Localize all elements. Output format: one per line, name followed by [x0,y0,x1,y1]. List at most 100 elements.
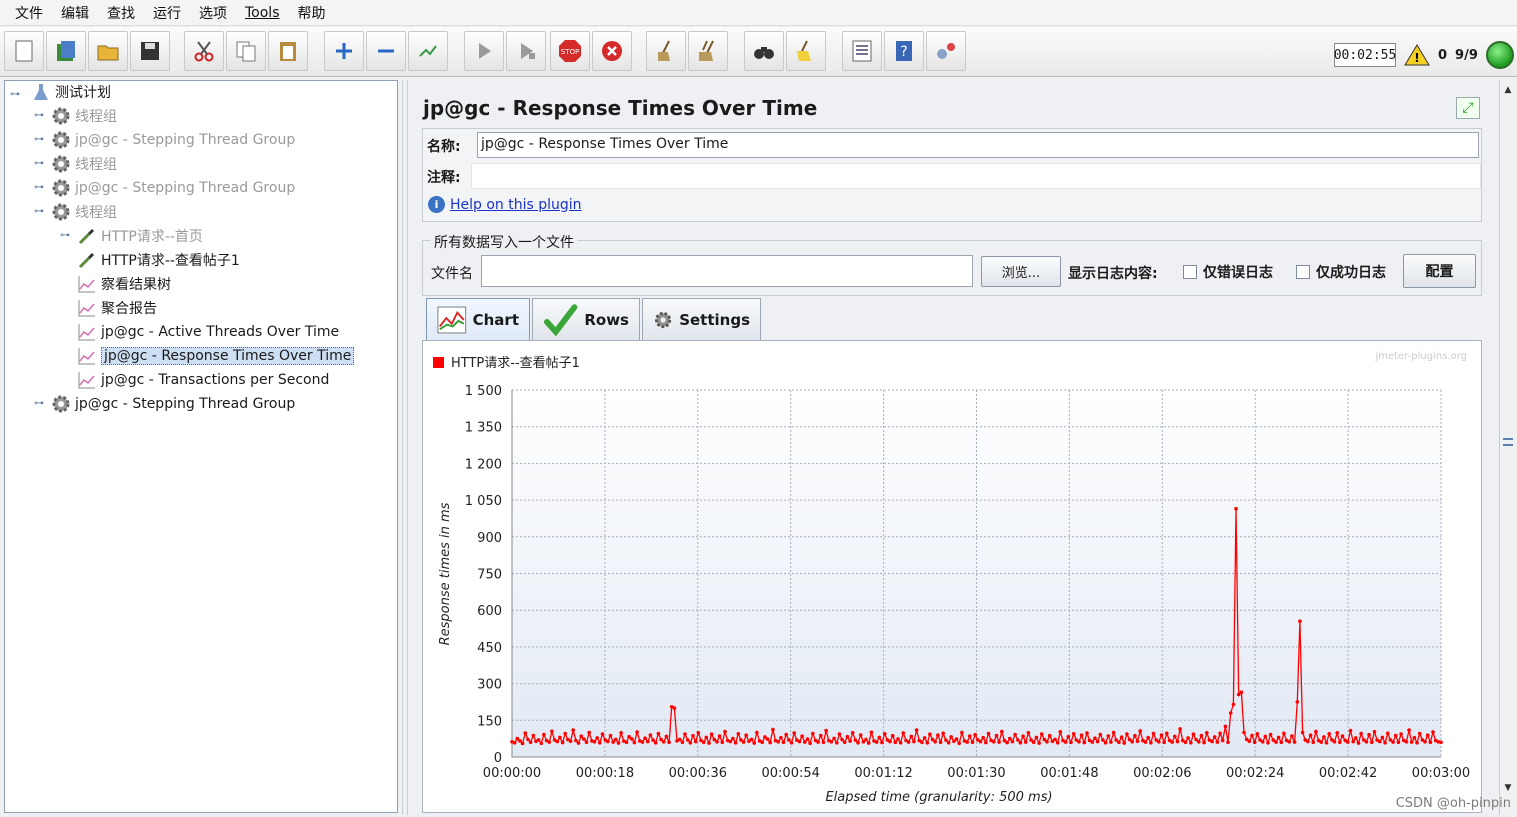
help-link[interactable]: i Help on this plugin [428,196,582,213]
data-point [598,741,602,745]
shutdown-icon [602,41,622,61]
search-button[interactable] [744,31,784,71]
start-button[interactable] [464,31,504,71]
function-helper-button[interactable] [842,31,882,71]
tree-item[interactable]: 察看结果树 [77,273,171,295]
browse-button[interactable]: 浏览... [981,256,1061,287]
save-button[interactable] [130,31,170,71]
scroll-down-icon[interactable]: ▼ [1500,780,1516,796]
x-tick-label: 00:02:42 [1319,766,1377,781]
data-point [1239,690,1244,694]
configure-button[interactable]: 配置 [1403,254,1476,288]
tab-chart[interactable]: Chart [426,298,530,340]
tree-item[interactable]: HTTP请求--首页 [77,225,203,247]
tree-item[interactable]: jp@gc - Stepping Thread Group [51,393,295,415]
expander-12[interactable]: ⊶ [33,398,45,410]
copy-button[interactable] [226,31,266,71]
tree-item[interactable]: jp@gc - Stepping Thread Group [51,129,295,151]
stop-icon: STOP [559,40,581,62]
y-tick-label: 0 [494,751,502,766]
new-button[interactable] [4,31,44,71]
warning-icon[interactable]: ! [1404,43,1430,67]
success-only-box[interactable] [1296,265,1310,279]
y-axis-label: Response times in ms [438,502,453,645]
data-point [925,741,930,745]
expander-5[interactable]: ⊶ [59,230,71,242]
name-input[interactable]: jp@gc - Response Times Over Time [477,132,1479,158]
open-button[interactable] [88,31,128,71]
tab-rows[interactable]: Rows [532,298,640,340]
data-point [909,734,914,739]
help-button[interactable]: ? [884,31,924,71]
remote-button[interactable] [926,31,966,71]
tree-item[interactable]: 线程组 [51,105,117,127]
tab-settings[interactable]: Settings [642,298,761,340]
tree-item[interactable]: jp@gc - Response Times Over Time [77,345,355,367]
tree-item[interactable]: 线程组 [51,153,117,175]
data-point [835,741,839,745]
menu-run[interactable]: 运行 [144,3,190,23]
start-no-pause-button[interactable] [506,31,546,71]
expander-1[interactable]: ⊶ [33,134,45,146]
data-point [1223,724,1228,729]
errors-only-box[interactable] [1183,265,1197,279]
expander-0[interactable]: ⊶ [33,110,45,122]
menu-file[interactable]: 文件 [6,3,52,23]
tree-item[interactable]: 聚合报告 [77,297,157,319]
expander-2[interactable]: ⊶ [33,158,45,170]
y-tick-label: 1 050 [465,494,502,509]
success-only-checkbox[interactable]: 仅成功日志 [1296,262,1386,282]
menu-help[interactable]: 帮助 [289,3,335,23]
paste-button[interactable] [268,31,308,71]
data-point [1159,733,1164,737]
help-link-text[interactable]: Help on this plugin [450,197,582,213]
expand-button[interactable] [324,31,364,71]
gear-icon [51,130,71,150]
help-book-icon: ? [896,41,912,61]
reset-search-button[interactable] [786,31,826,71]
expander-4[interactable]: ⊶ [33,206,45,218]
tree-item[interactable]: 线程组 [51,201,117,223]
filename-input[interactable] [481,255,973,287]
clear-button[interactable] [646,31,686,71]
tree-item[interactable]: jp@gc - Stepping Thread Group [51,177,295,199]
menu-search[interactable]: 查找 [98,3,144,23]
data-point [1212,735,1217,739]
tree-item[interactable]: HTTP请求--查看帖子1 [77,249,240,271]
test-plan-tree: ⊶ 测试计划 ⊶ 线程组 ⊶ jp@gc - Stepping Thread Grou… [4,80,398,813]
splitter[interactable] [402,80,408,815]
menu-options[interactable]: 选项 [190,3,236,23]
cut-button[interactable] [184,31,224,71]
data-point [1023,740,1028,744]
stop-button[interactable]: STOP [550,31,590,71]
templates-button[interactable] [46,31,86,71]
data-point [1287,740,1292,744]
tree-item-label: jp@gc - Active Threads Over Time [101,324,340,340]
toggle-button[interactable] [408,31,448,71]
expander-3[interactable]: ⊶ [33,182,45,194]
data-point [840,737,844,742]
comment-input[interactable] [471,163,1481,189]
tree-item[interactable]: jp@gc - Active Threads Over Time [77,321,339,343]
success-only-label: 仅成功日志 [1316,265,1386,281]
tree-item[interactable]: jp@gc - Transactions per Second [77,369,329,391]
tree-item-label: 聚合报告 [101,301,157,317]
menu-edit[interactable]: 编辑 [52,3,98,23]
shutdown-button[interactable] [592,31,632,71]
expander-root[interactable]: ⊶ [9,89,21,101]
clear-all-button[interactable] [688,31,728,71]
tab-settings-label: Settings [679,310,750,329]
errors-only-checkbox[interactable]: 仅错误日志 [1183,262,1273,282]
data-point [1319,740,1323,744]
scroll-up-icon[interactable]: ▲ [1500,82,1516,98]
vertical-scrollbar[interactable]: ▲ ▼ [1499,80,1515,815]
collapse-button[interactable] [366,31,406,71]
listener-graph-icon [77,370,97,390]
data-point [1005,740,1009,745]
tree-root[interactable]: 测试计划 [31,81,111,103]
data-point [1135,739,1140,744]
maximize-icon[interactable]: ⤢ [1456,97,1480,119]
scroll-grip[interactable] [1503,438,1513,446]
tree-item-label: jp@gc - Stepping Thread Group [75,180,296,196]
menu-tools[interactable]: Tools [236,5,289,21]
